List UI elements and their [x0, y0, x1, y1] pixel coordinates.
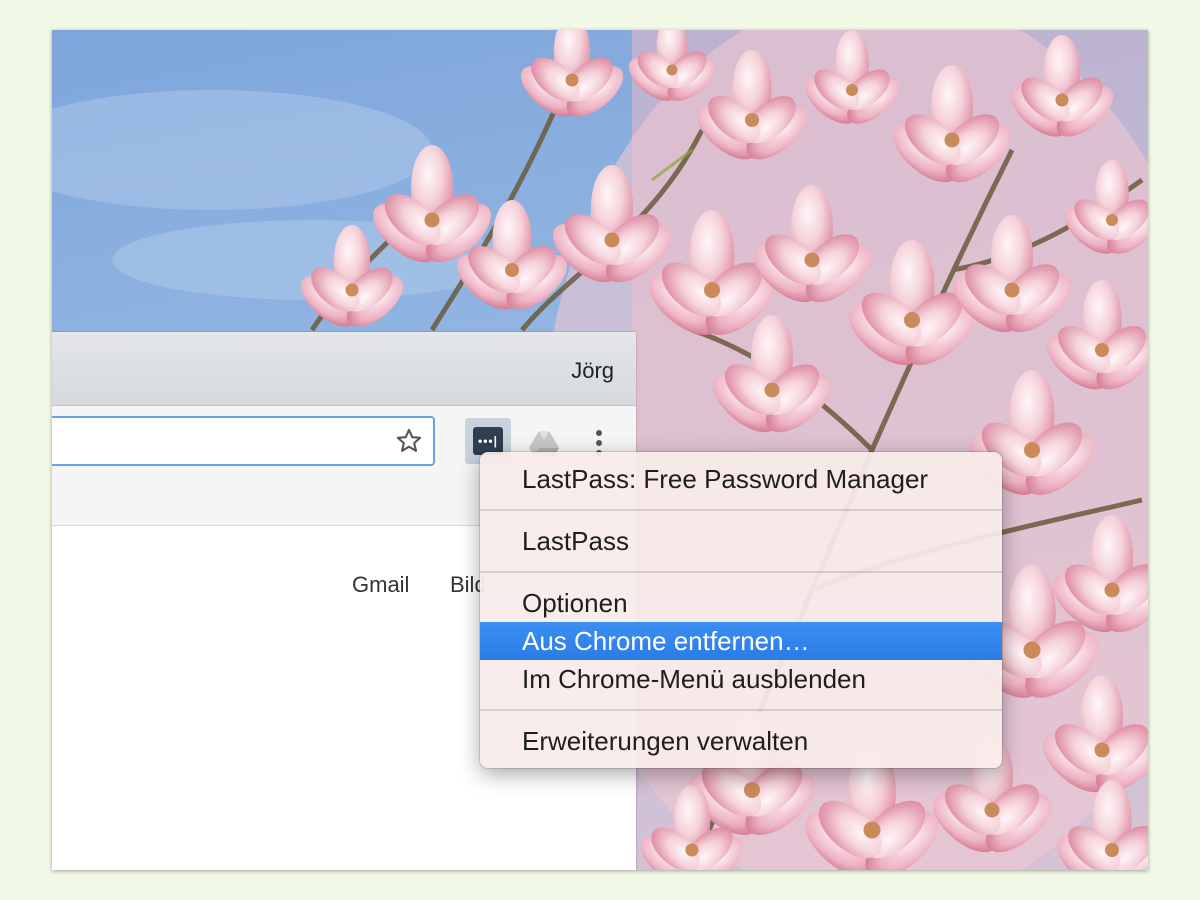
menu-item-manage-extensions[interactable]: Erweiterungen verwalten [480, 722, 1002, 760]
extension-context-menu: LastPass: Free Password Manager LastPass… [480, 452, 1002, 768]
menu-item-remove-from-chrome[interactable]: Aus Chrome entfernen… [480, 622, 1002, 660]
menu-separator [480, 698, 1002, 722]
tab-strip: Jörg [52, 332, 636, 406]
address-bar[interactable] [52, 416, 435, 466]
menu-item-hide-in-chrome-menu[interactable]: Im Chrome-Menü ausblenden [480, 660, 1002, 698]
menu-item-extension-title[interactable]: LastPass: Free Password Manager [480, 460, 1002, 498]
menu-item-options[interactable]: Optionen [480, 584, 1002, 622]
menu-item-lastpass[interactable]: LastPass [480, 522, 1002, 560]
gmail-link[interactable]: Gmail [352, 572, 409, 598]
star-icon[interactable] [395, 427, 423, 455]
images-link[interactable]: Bilder [450, 572, 484, 598]
screenshot-frame: Jörg •••| Gmail Bil LastPass: Free Passw… [52, 30, 1148, 870]
lastpass-icon: •••| [473, 427, 503, 455]
menu-separator [480, 498, 1002, 522]
menu-separator [480, 560, 1002, 584]
profile-button[interactable]: Jörg [571, 358, 614, 384]
